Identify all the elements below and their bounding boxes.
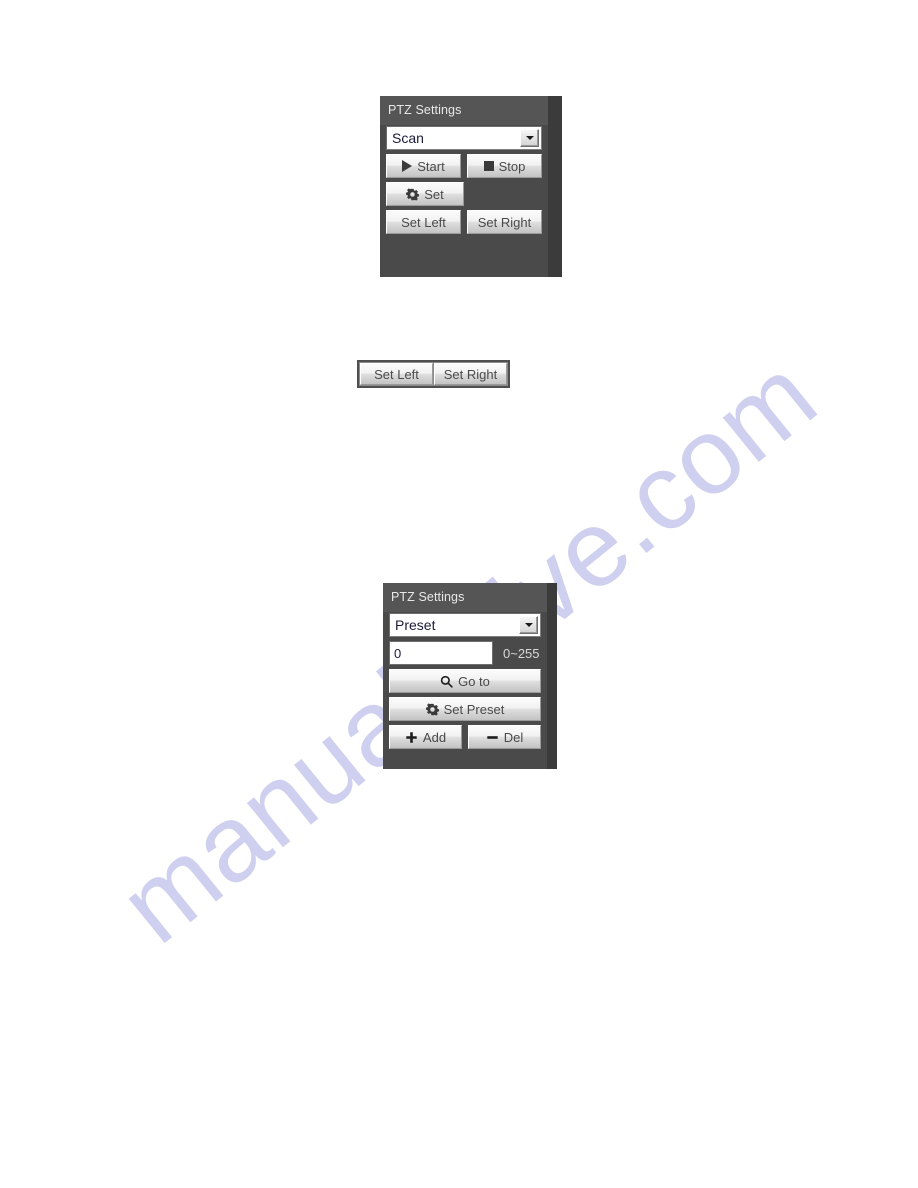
del-button[interactable]: Del — [468, 725, 541, 749]
play-icon — [402, 160, 413, 172]
set-left-button-label: Set Left — [374, 366, 419, 382]
set-right-button[interactable]: Set Right — [434, 363, 507, 385]
set-preset-row: Set Preset — [389, 697, 541, 721]
ptz-settings-panel-scan: PTZ Settings Scan Start Stop Set Set Lef… — [380, 96, 562, 277]
add-button[interactable]: Add — [389, 725, 462, 749]
set-left-button-label: Set Left — [401, 214, 446, 230]
ptz-settings-panel-preset: PTZ Settings Preset 0~255 Go to — [383, 583, 557, 769]
del-button-label: Del — [503, 729, 524, 745]
panel-scroll-strip[interactable] — [547, 583, 557, 769]
start-button-label: Start — [417, 158, 445, 174]
chevron-down-icon[interactable] — [519, 616, 538, 634]
set-button-label: Set — [424, 186, 444, 202]
stop-button-label: Stop — [498, 158, 526, 174]
add-del-row: Add Del — [389, 725, 541, 749]
gear-icon — [425, 702, 439, 716]
add-button-label: Add — [422, 729, 447, 745]
panel-body: Preset 0~255 Go to — [383, 613, 547, 769]
set-button[interactable]: Set — [386, 182, 464, 206]
ptz-mode-select[interactable]: Scan — [386, 126, 542, 150]
search-icon — [440, 675, 453, 688]
go-to-row: Go to — [389, 669, 541, 693]
set-preset-button[interactable]: Set Preset — [389, 697, 541, 721]
panel-body: Scan Start Stop Set Set Left Set Right — [380, 126, 548, 277]
set-left-button[interactable]: Set Left — [386, 210, 461, 234]
set-preset-button-label: Set Preset — [443, 701, 505, 717]
set-right-button[interactable]: Set Right — [467, 210, 542, 234]
set-right-button-label: Set Right — [477, 214, 532, 230]
ptz-mode-select-value: Scan — [392, 131, 424, 145]
panel-title: PTZ Settings — [380, 96, 562, 125]
panel-scroll-strip[interactable] — [548, 96, 562, 277]
set-left-right-row: Set Left Set Right — [386, 210, 542, 234]
stop-button[interactable]: Stop — [467, 154, 542, 178]
go-to-button[interactable]: Go to — [389, 669, 541, 693]
preset-range-hint: 0~255 — [503, 645, 540, 661]
gear-icon — [406, 187, 420, 201]
chevron-down-icon[interactable] — [520, 129, 539, 147]
set-left-right-button-group: Set Left Set Right — [357, 360, 510, 388]
start-stop-row: Start Stop — [386, 154, 542, 178]
preset-number-input[interactable] — [389, 641, 493, 665]
panel-title: PTZ Settings — [383, 583, 557, 612]
plus-icon — [405, 731, 418, 744]
preset-number-row: 0~255 — [389, 641, 541, 665]
ptz-mode-select-value: Preset — [395, 618, 436, 632]
minus-icon — [486, 731, 499, 744]
set-row: Set — [386, 182, 542, 206]
ptz-mode-select[interactable]: Preset — [389, 613, 541, 637]
start-button[interactable]: Start — [386, 154, 461, 178]
stop-icon — [483, 161, 494, 171]
set-left-button[interactable]: Set Left — [360, 363, 433, 385]
go-to-button-label: Go to — [458, 673, 490, 689]
set-right-button-label: Set Right — [443, 366, 498, 382]
